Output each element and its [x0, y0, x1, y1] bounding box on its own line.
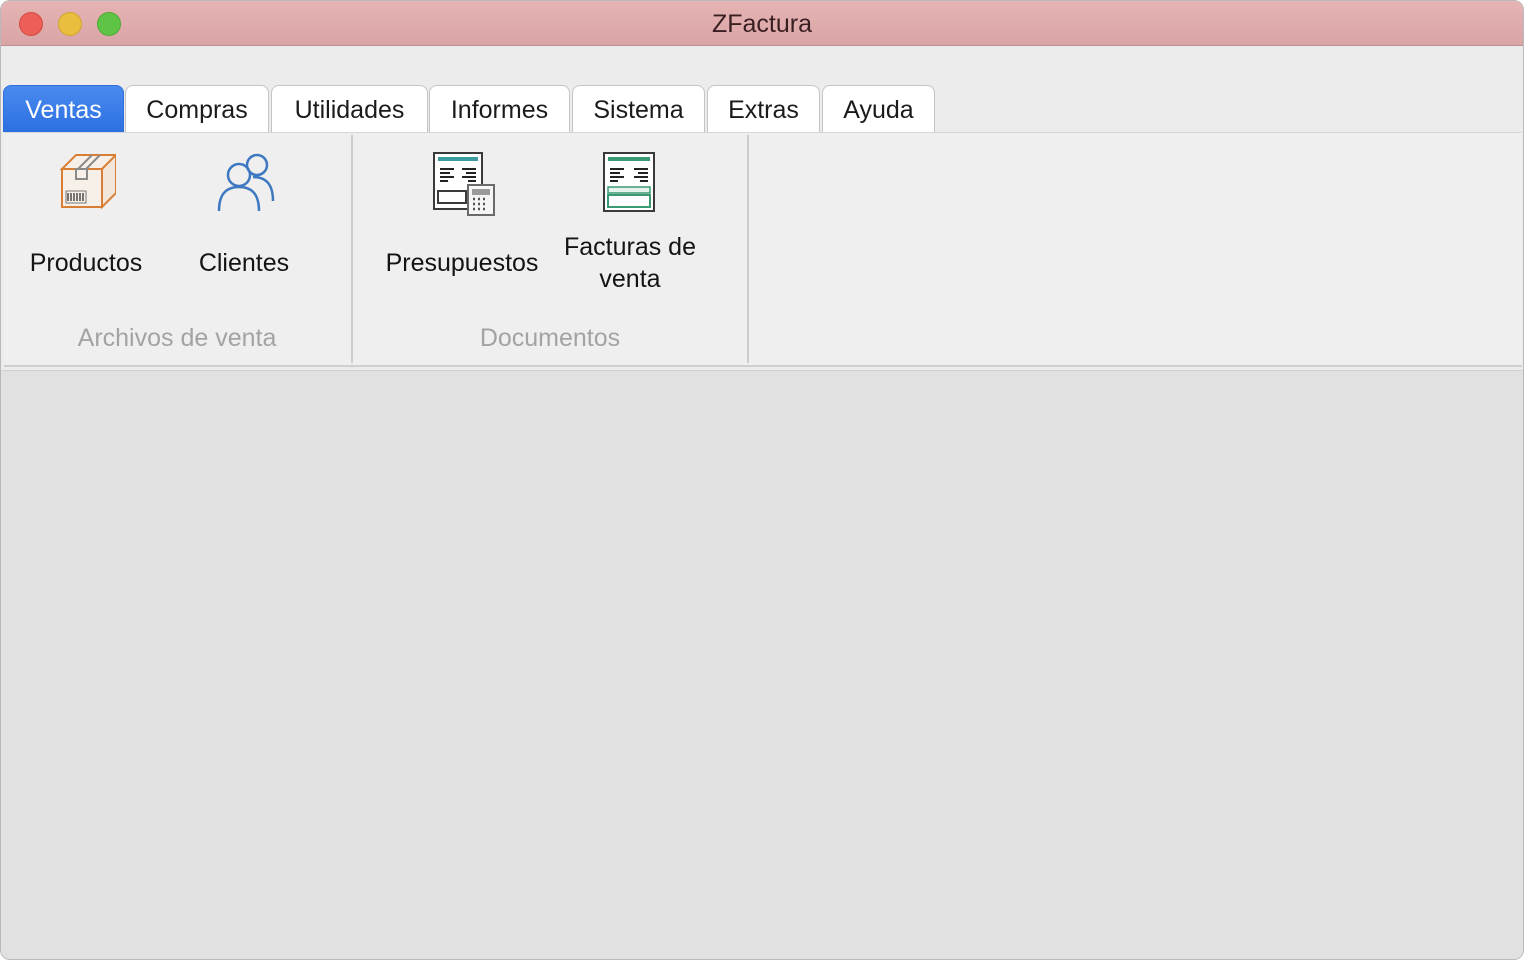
facturas-de-venta-button[interactable]: Facturas de venta — [552, 151, 708, 321]
main-content-area — [1, 370, 1523, 959]
app-window: ZFactura Ventas Compras Utilidades Infor… — [0, 0, 1524, 960]
presupuestos-label: Presupuestos — [385, 249, 539, 277]
window-title: ZFactura — [711, 10, 813, 38]
quote-calculator-icon — [433, 152, 495, 216]
group-label-documentos: Documentos — [479, 324, 621, 352]
users-icon — [217, 153, 275, 212]
invoice-icon — [603, 152, 655, 212]
facturas-de-venta-label: Facturas de venta — [563, 233, 696, 293]
productos-button[interactable]: Productos — [12, 151, 160, 321]
box-icon — [59, 153, 116, 210]
tab-bar: Ventas Compras Utilidades Informes Siste… — [1, 85, 1001, 133]
tab-ventas[interactable]: Ventas — [3, 85, 124, 132]
ribbon-panel: Productos Clientes Archivos de venta Pre… — [4, 132, 1522, 367]
presupuestos-button[interactable]: Presupuestos — [374, 151, 550, 321]
clientes-button[interactable]: Clientes — [169, 151, 319, 321]
tab-extras[interactable]: Extras — [707, 85, 820, 132]
clientes-label: Clientes — [198, 249, 290, 277]
tab-sistema[interactable]: Sistema — [572, 85, 705, 132]
group-label-archivos: Archivos de venta — [77, 324, 277, 352]
tab-compras[interactable]: Compras — [125, 85, 269, 132]
productos-label: Productos — [29, 249, 143, 277]
tab-informes[interactable]: Informes — [429, 85, 570, 132]
tab-ayuda[interactable]: Ayuda — [822, 85, 935, 132]
tab-utilidades[interactable]: Utilidades — [271, 85, 428, 132]
group-divider — [747, 135, 749, 363]
title-bar[interactable]: ZFactura — [1, 1, 1523, 46]
